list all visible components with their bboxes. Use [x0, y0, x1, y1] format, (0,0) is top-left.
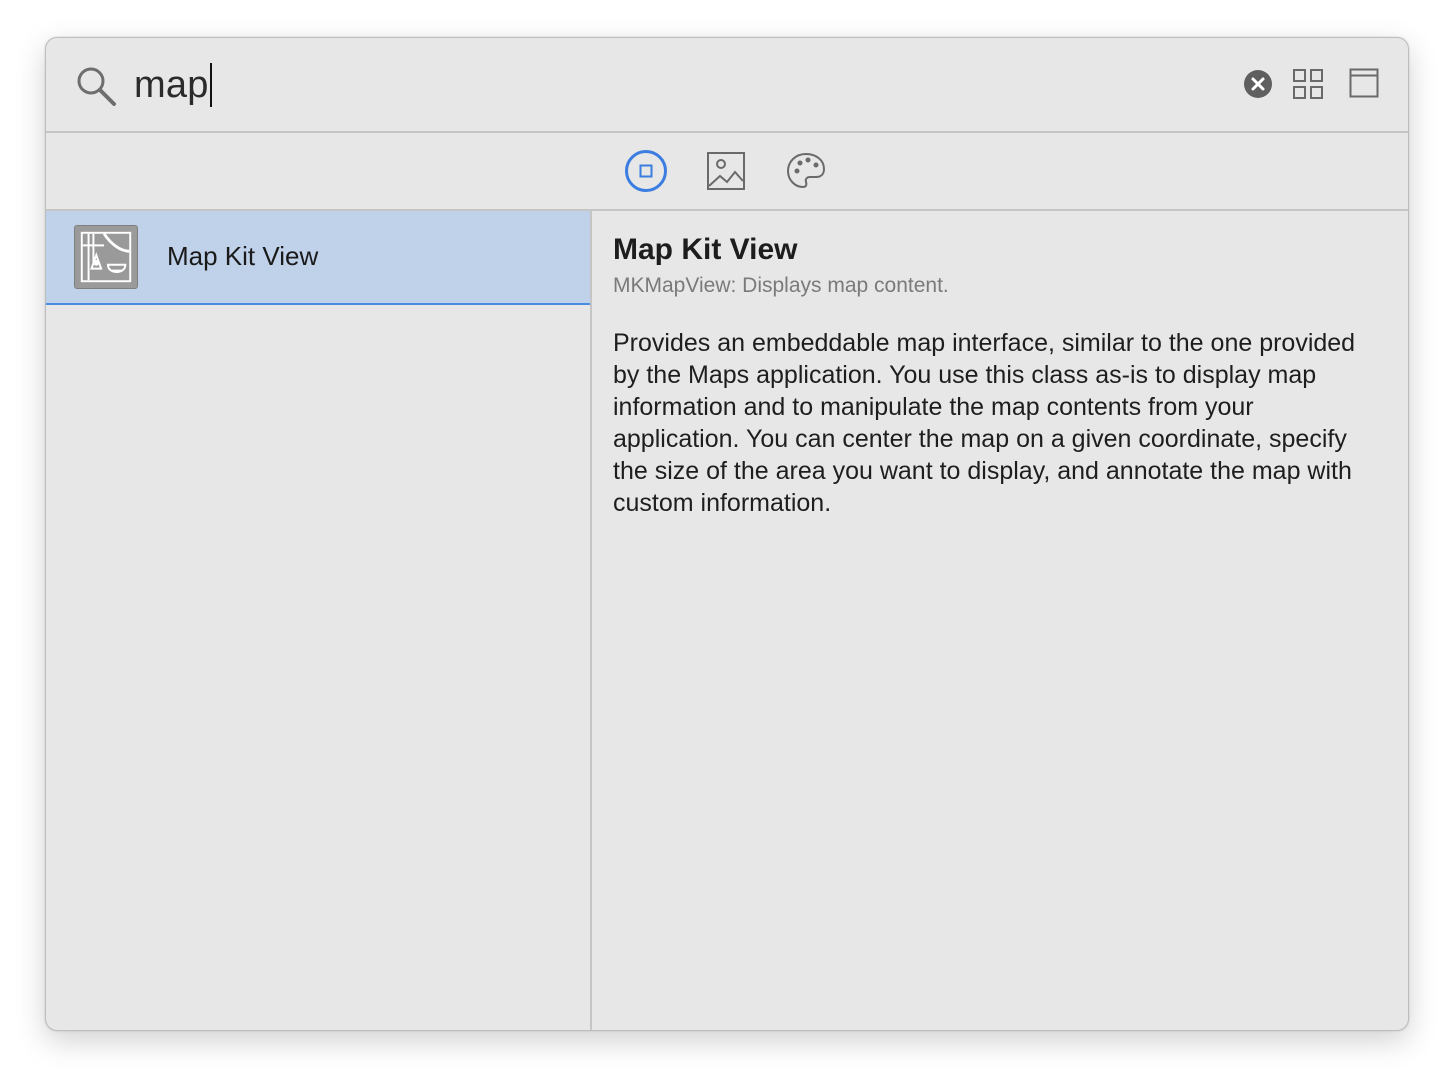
detail-subtitle: MKMapView: Displays map content.: [613, 274, 949, 297]
search-icon: [77, 67, 116, 106]
library-filter-tabs: [46, 133, 1408, 211]
search-bar: map: [46, 38, 1408, 133]
search-query-text[interactable]: map: [134, 64, 209, 107]
detail-title: Map Kit View: [613, 233, 798, 266]
color-palette-icon[interactable]: [784, 149, 828, 193]
text-caret: [209, 63, 212, 107]
objects-library-icon[interactable]: [624, 149, 668, 193]
list-item[interactable]: Map Kit View: [46, 211, 590, 305]
map-kit-view-icon: [74, 225, 138, 289]
grid-view-icon[interactable]: [1292, 68, 1324, 100]
results-list: Map Kit View: [46, 211, 592, 1030]
clear-search-icon[interactable]: [1243, 69, 1273, 99]
list-item-label: Map Kit View: [167, 241, 319, 271]
window-icon[interactable]: [1349, 68, 1379, 98]
media-library-icon[interactable]: [704, 149, 748, 193]
search-input[interactable]: map: [134, 58, 212, 112]
detail-pane: Map Kit View MKMapView: Displays map con…: [592, 211, 1408, 1030]
library-window: map Map Kit View Map Kit View MKMapView:…: [45, 37, 1409, 1031]
detail-description: Provides an embeddable map interface, si…: [613, 329, 1356, 517]
